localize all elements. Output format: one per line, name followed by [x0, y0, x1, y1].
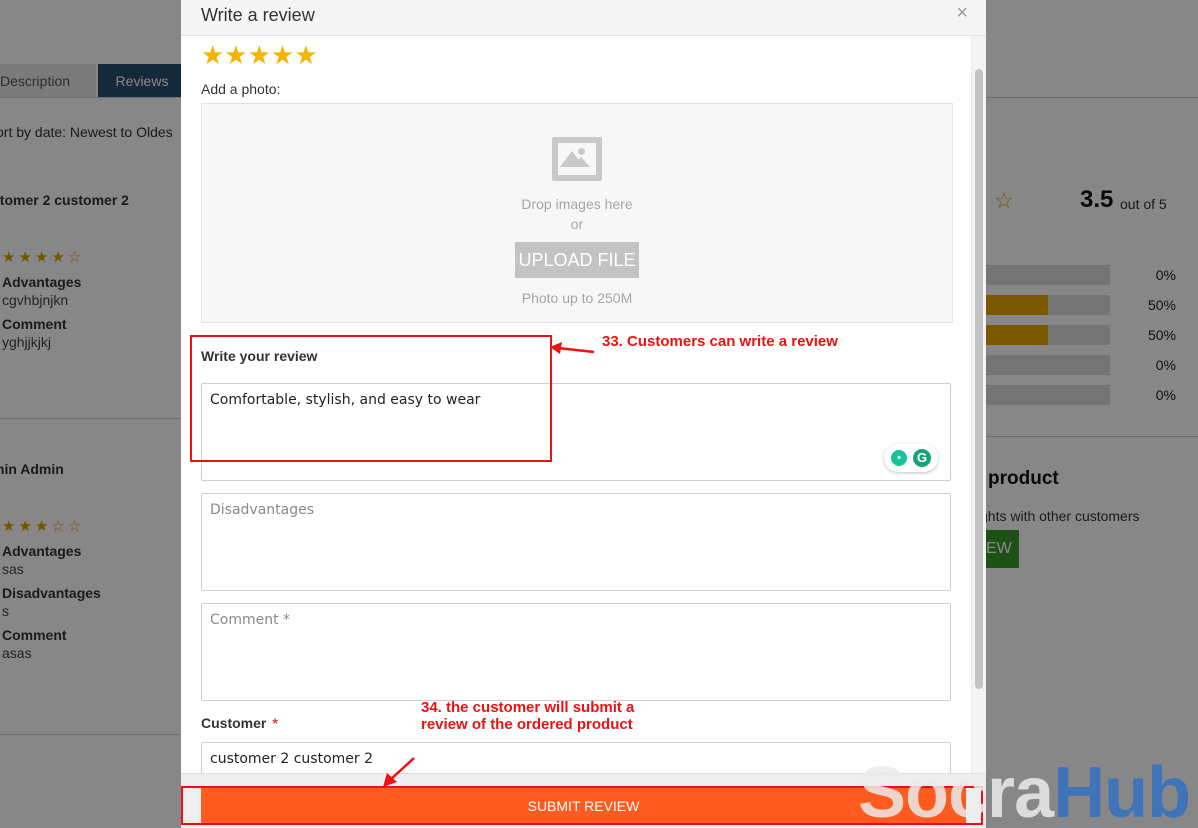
modal-title: Write a review [201, 5, 315, 25]
scrollbar-thumb[interactable] [975, 69, 983, 689]
image-placeholder-icon [552, 137, 602, 181]
photo-size-limit: Photo up to 250M [521, 290, 633, 306]
grammarly-widget[interactable]: • G [884, 444, 938, 472]
rating-input-stars[interactable]: ★★★★★ [201, 40, 318, 71]
grammarly-icon[interactable]: G [913, 449, 931, 467]
drop-images-text: Drop images here [521, 196, 633, 212]
close-icon[interactable]: × [956, 2, 968, 25]
socrahub-watermark: SocraHub [858, 753, 1191, 828]
modal-header: Write a review × [181, 0, 986, 36]
annotation-note-33: 33. Customers can write a review [602, 333, 838, 350]
add-photo-label: Add a photo: [201, 81, 281, 97]
comment-textarea[interactable]: Comment * [201, 603, 951, 701]
annotation-note-34-line2: review of the ordered product [421, 716, 633, 733]
modal-scrollbar[interactable] [971, 36, 986, 773]
upload-file-button[interactable]: UPLOAD FILE [515, 242, 639, 278]
or-text: or [570, 216, 584, 232]
photo-dropzone[interactable]: Drop images here or UPLOAD FILE Photo up… [201, 103, 953, 323]
disadvantages-textarea[interactable]: Disadvantages [201, 493, 951, 591]
annotation-note-34-line1: 34. the customer will submit a [421, 699, 635, 716]
customer-label: Customer * [201, 715, 278, 731]
lightbulb-icon[interactable]: • [891, 450, 907, 466]
annotation-highlight-review [190, 335, 552, 462]
annotation-note-34: 34. the customer will submit a review of… [421, 699, 634, 733]
customer-label-text: Customer [201, 715, 267, 731]
annotation-arrow-icon [383, 757, 415, 787]
required-asterisk: * [272, 715, 278, 731]
annotation-arrow-icon [550, 342, 595, 354]
